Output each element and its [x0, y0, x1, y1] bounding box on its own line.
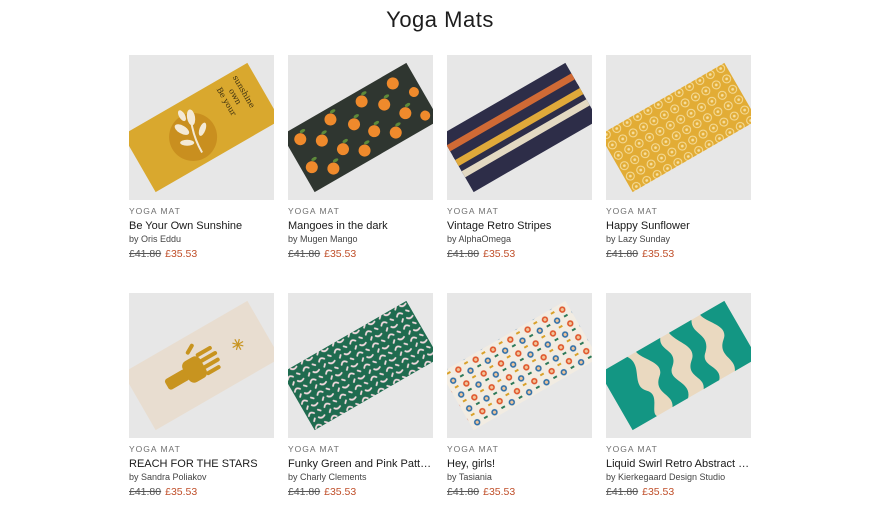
product-card[interactable]: YOGA MAT Happy Sunflower by Lazy Sunday … [606, 55, 751, 276]
product-artist[interactable]: by Mugen Mango [288, 234, 433, 244]
product-name[interactable]: Hey, girls! [447, 458, 592, 470]
original-price: £41.80 [129, 486, 162, 498]
original-price: £41.80 [447, 486, 480, 498]
original-price: £41.80 [288, 486, 321, 498]
product-card[interactable]: YOGA MAT Vintage Retro Stripes by AlphaO… [447, 55, 592, 276]
original-price: £41.80 [288, 248, 321, 260]
sale-price: £35.53 [483, 248, 516, 260]
sale-price: £35.53 [642, 486, 675, 498]
product-card[interactable]: YOGA MAT Mangoes in the dark by Mugen Ma… [288, 55, 433, 276]
product-artist[interactable]: by Kierkegaard Design Studio [606, 472, 751, 482]
product-category: YOGA MAT [447, 206, 499, 216]
product-prices: £41.80 £35.53 [288, 486, 433, 498]
product-card[interactable]: YOGA MAT REACH FOR THE STARS by Sandra P… [129, 293, 274, 514]
product-card[interactable]: YOGA MAT Hey, girls! by Tasiania £41.80 £… [447, 293, 592, 514]
product-prices: £41.80 £35.53 [129, 248, 274, 260]
product-prices: £41.80 £35.53 [129, 486, 274, 498]
product-artist[interactable]: by Oris Eddu [129, 234, 274, 244]
product-category: YOGA MAT [129, 206, 181, 216]
product-artist[interactable]: by Sandra Poliakov [129, 472, 274, 482]
product-category: YOGA MAT [288, 444, 340, 454]
product-name[interactable]: Liquid Swirl Retro Abstract P... [606, 458, 751, 470]
product-category: YOGA MAT [447, 444, 499, 454]
product-artist[interactable]: by Tasiania [447, 472, 592, 482]
product-name[interactable]: REACH FOR THE STARS [129, 458, 274, 470]
original-price: £41.80 [129, 248, 162, 260]
product-image[interactable] [288, 293, 433, 438]
product-prices: £41.80 £35.53 [606, 486, 751, 498]
product-prices: £41.80 £35.53 [288, 248, 433, 260]
product-image[interactable]: Be your own sunshine [129, 55, 274, 200]
product-grid: Be your own sunshine YOGA MAT Be Your Ow… [129, 55, 751, 514]
product-category: YOGA MAT [606, 444, 658, 454]
sale-price: £35.53 [642, 248, 675, 260]
product-card[interactable]: YOGA MAT Funky Green and Pink Pattern by… [288, 293, 433, 514]
product-category: YOGA MAT [606, 206, 658, 216]
product-image[interactable] [606, 55, 751, 200]
product-name[interactable]: Vintage Retro Stripes [447, 220, 592, 232]
sale-price: £35.53 [483, 486, 516, 498]
product-image[interactable] [129, 293, 274, 438]
product-card[interactable]: YOGA MAT Liquid Swirl Retro Abstract P..… [606, 293, 751, 514]
product-name[interactable]: Funky Green and Pink Pattern [288, 458, 433, 470]
product-image[interactable] [606, 293, 751, 438]
sale-price: £35.53 [324, 248, 357, 260]
product-artist[interactable]: by AlphaOmega [447, 234, 592, 244]
product-name[interactable]: Be Your Own Sunshine [129, 220, 274, 232]
product-name[interactable]: Happy Sunflower [606, 220, 751, 232]
product-card[interactable]: Be your own sunshine YOGA MAT Be Your Ow… [129, 55, 274, 276]
product-image[interactable] [447, 55, 592, 200]
product-name[interactable]: Mangoes in the dark [288, 220, 433, 232]
product-prices: £41.80 £35.53 [447, 248, 592, 260]
sale-price: £35.53 [324, 486, 357, 498]
original-price: £41.80 [447, 248, 480, 260]
product-prices: £41.80 £35.53 [606, 248, 751, 260]
product-artist[interactable]: by Charly Clements [288, 472, 433, 482]
product-image[interactable] [447, 293, 592, 438]
product-category: YOGA MAT [288, 206, 340, 216]
page-title: Yoga Mats [386, 7, 494, 32]
sale-price: £35.53 [165, 486, 198, 498]
product-prices: £41.80 £35.53 [447, 486, 592, 498]
original-price: £41.80 [606, 486, 639, 498]
product-category: YOGA MAT [129, 444, 181, 454]
original-price: £41.80 [606, 248, 639, 260]
sale-price: £35.53 [165, 248, 198, 260]
product-image[interactable] [288, 55, 433, 200]
product-artist[interactable]: by Lazy Sunday [606, 234, 751, 244]
